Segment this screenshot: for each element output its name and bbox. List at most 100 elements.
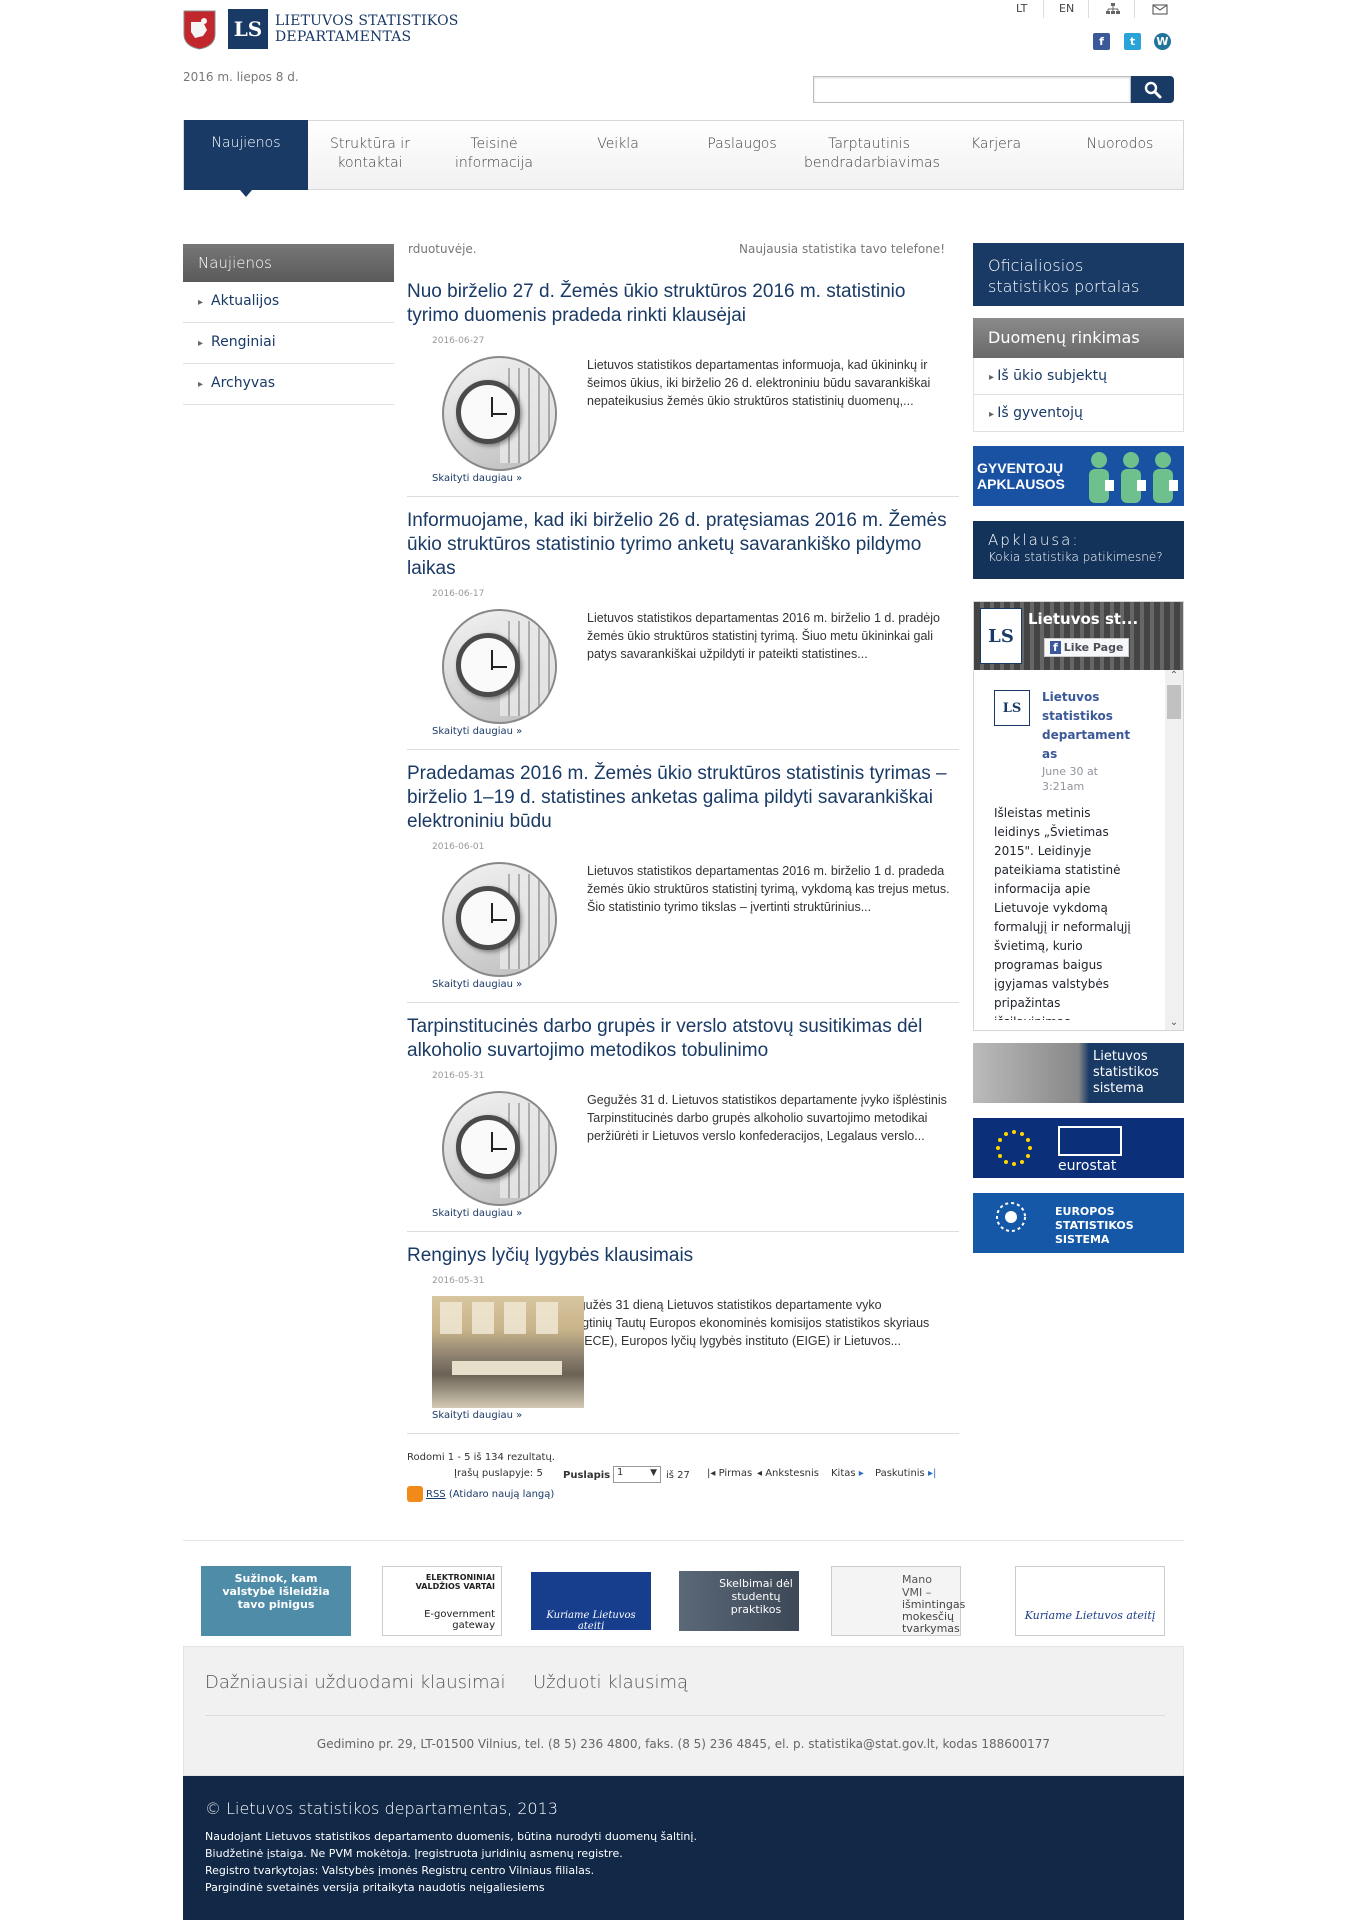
facebook-icon: f xyxy=(1050,641,1061,654)
news-title[interactable]: Renginys lyčių lygybės klausimais xyxy=(407,1244,959,1268)
copyright-line: Biudžetinė įstaiga. Ne PVM mokėtoja. Įre… xyxy=(205,1847,623,1860)
resident-surveys-banner[interactable]: GYVENTOJŲ APKLAUSOS xyxy=(973,446,1184,506)
search-input[interactable] xyxy=(813,76,1131,103)
first-page-link[interactable]: |◂ Pirmas xyxy=(707,1468,752,1479)
left-sidebar: Naujienos Aktualijos Renginiai Archyvas xyxy=(183,244,394,405)
e-government-banner[interactable]: ELEKTRONINIAI VALDŽIOS VARTAI E-governme… xyxy=(382,1566,502,1636)
news-title[interactable]: Pradedamas 2016 m. Žemės ūkio struktūros… xyxy=(407,762,959,834)
chevron-down-icon: ▼ xyxy=(650,1468,657,1478)
read-more-link[interactable]: Skaityti daugiau » xyxy=(432,473,587,484)
ticker-text-left: rduotuvėje. xyxy=(408,242,477,256)
facebook-widget: LS Lietuvos st... f Like Page LS Lietuvos… xyxy=(973,601,1184,1031)
faq-link[interactable]: Dažniausiai užduodami klausimai xyxy=(205,1672,506,1693)
read-more-link[interactable]: Skaityti daugiau » xyxy=(432,726,587,737)
scroll-down-icon[interactable]: ⌄ xyxy=(1165,1017,1183,1028)
read-more-link[interactable]: Skaityti daugiau » xyxy=(432,1208,587,1219)
news-item: Nuo birželio 27 d. Žemės ūkio struktūros… xyxy=(407,280,959,497)
collect-from-businesses-link[interactable]: Iš ūkio subjektų xyxy=(973,358,1184,395)
eurostat-logo-mark xyxy=(1058,1126,1122,1156)
eu-stars-icon xyxy=(996,1130,1032,1166)
collect-from-residents-link[interactable]: Iš gyventojų xyxy=(973,395,1184,432)
sidebar-item-archyvas[interactable]: Archyvas xyxy=(183,364,394,405)
divider xyxy=(183,1540,1184,1541)
last-page-link[interactable]: Paskutinis ▸| xyxy=(875,1468,936,1479)
statistics-portal-link[interactable]: Oficialiosios statistikos portalas xyxy=(973,243,1184,306)
eu-funds-banner[interactable]: Kuriame Lietuvos ateitį xyxy=(531,1572,651,1632)
news-ticker[interactable]: rduotuvėje. Naujausia statistika tavo te… xyxy=(407,240,959,260)
egov-line2: E-government gateway xyxy=(424,1609,495,1631)
news-item: Renginys lyčių lygybės klausimais 2016-0… xyxy=(407,1244,959,1434)
news-summary: Lietuvos statistikos departamentas 2016 … xyxy=(587,611,940,661)
student-practice-text: Skelbimai dėl studentų praktikos xyxy=(719,1577,793,1616)
facebook-icon[interactable]: f xyxy=(1093,33,1110,50)
fb-logo: LS xyxy=(980,608,1022,664)
spending-banner[interactable]: Sužinok, kam valstybė išleidžia tavo pin… xyxy=(201,1566,351,1636)
nav-item-karjera[interactable]: Karjera xyxy=(934,121,1058,189)
fb-scrollbar[interactable]: ⌃ ⌄ xyxy=(1165,670,1183,1030)
divider xyxy=(1088,0,1089,18)
search-button[interactable] xyxy=(1131,76,1174,103)
scroll-thumb[interactable] xyxy=(1167,685,1181,719)
poll-box[interactable]: Apklausa: Kokia statistika patikimesnė? xyxy=(973,521,1184,579)
eu-funds-banner-2[interactable]: Kuriame Lietuvos ateitį xyxy=(1015,1566,1165,1636)
fb-page-name[interactable]: Lietuvos st... xyxy=(1028,610,1138,628)
clock-thumbnail[interactable] xyxy=(442,1091,557,1206)
news-title[interactable]: Informuojame, kad iki birželio 26 d. pra… xyxy=(407,509,959,581)
divider xyxy=(205,1715,1165,1716)
last-page-icon: ▸| xyxy=(924,1468,937,1479)
site-logo[interactable]: LS LIETUVOS STATISTIKOS DEPARTAMENTAS xyxy=(228,9,459,49)
nav-item-struktura[interactable]: Struktūra ir kontaktai xyxy=(308,121,432,189)
fb-like-button[interactable]: f Like Page xyxy=(1044,638,1130,657)
read-more-link[interactable]: Skaityti daugiau » xyxy=(432,979,587,990)
vmi-line1: Mano VMI – xyxy=(902,1573,932,1599)
ess-banner[interactable]: EUROPOS STATISTIKOS SISTEMA xyxy=(973,1193,1184,1253)
lietuvos-statistikos-sistema-banner[interactable]: Lietuvos statistikos sistema xyxy=(973,1043,1184,1103)
sidebar-item-aktualijos[interactable]: Aktualijos xyxy=(183,282,394,323)
sitemap-icon[interactable] xyxy=(1105,2,1121,16)
eurostat-banner[interactable]: eurostat xyxy=(973,1118,1184,1178)
coat-of-arms-icon xyxy=(183,10,216,50)
main-navigation: Naujienos Struktūra ir kontaktai Teisinė… xyxy=(183,120,1184,197)
logo-line1: LIETUVOS STATISTIKOS xyxy=(275,13,459,29)
vmi-banner[interactable]: Mano VMI – išmintingas mokesčių tvarkyma… xyxy=(831,1566,965,1636)
nav-item-veikla[interactable]: Veikla xyxy=(556,121,680,189)
news-summary: Lietuvos statistikos departamentas infor… xyxy=(587,358,931,408)
nav-item-paslaugos[interactable]: Paslaugos xyxy=(680,121,804,189)
logo-mark: LS xyxy=(228,9,268,49)
eu-funds-text-2: Kuriame Lietuvos ateitį xyxy=(1024,1609,1156,1622)
news-date: 2016-06-01 xyxy=(432,842,485,852)
first-page-icon: |◂ xyxy=(707,1468,719,1479)
page-select[interactable]: 1 ▼ xyxy=(613,1466,661,1483)
prev-page-link[interactable]: ◂ Ankstesnis xyxy=(757,1468,819,1479)
nav-item-teisine-informacija[interactable]: Teisinė informacija xyxy=(432,121,556,189)
ask-question-link[interactable]: Užduoti klausimą xyxy=(533,1672,688,1693)
fb-cover: LS Lietuvos st... f Like Page xyxy=(974,602,1183,670)
wordpress-icon[interactable]: W xyxy=(1154,33,1171,50)
clock-thumbnail[interactable] xyxy=(442,356,557,471)
twitter-icon[interactable]: t xyxy=(1124,33,1141,50)
clock-thumbnail[interactable] xyxy=(442,609,557,724)
ess-label: EUROPOS STATISTIKOS SISTEMA xyxy=(1055,1205,1134,1246)
lang-en-link[interactable]: EN xyxy=(1059,2,1074,15)
sidebar-item-renginiai[interactable]: Renginiai xyxy=(183,323,394,364)
news-title[interactable]: Nuo birželio 27 d. Žemės ūkio struktūros… xyxy=(407,280,959,328)
lang-lt-link[interactable]: LT xyxy=(1016,2,1027,15)
rss-link[interactable]: RSS (Atidaro naują langą) xyxy=(407,1486,554,1502)
nav-item-tarptautinis[interactable]: Tarptautinis bendradarbiavimas xyxy=(804,121,940,189)
scroll-up-icon[interactable]: ⌃ xyxy=(1165,670,1183,681)
copyright-title: © Lietuvos statistikos departamentas, 20… xyxy=(205,1799,558,1818)
news-title[interactable]: Tarpinstitucinės darbo grupės ir verslo … xyxy=(407,1015,959,1063)
mail-icon[interactable] xyxy=(1152,2,1168,16)
event-photo-thumbnail[interactable] xyxy=(432,1296,584,1408)
student-practice-banner[interactable]: Skelbimai dėl studentų praktikos xyxy=(679,1571,799,1631)
clock-thumbnail[interactable] xyxy=(442,862,557,977)
nav-item-naujienos[interactable]: Naujienos xyxy=(184,120,308,197)
fb-post-avatar: LS xyxy=(994,690,1030,726)
nav-item-nuorodos[interactable]: Nuorodos xyxy=(1058,121,1182,189)
accessibility-link[interactable]: Pargindinė svetainės versija pritaikyta … xyxy=(205,1879,1162,1896)
rss-icon xyxy=(407,1486,423,1502)
fb-post-author[interactable]: Lietuvos statistikos departament as xyxy=(1042,688,1138,764)
next-page-link[interactable]: Kitas ▸ xyxy=(831,1468,864,1479)
page-total: iš 27 xyxy=(666,1470,690,1481)
faq-section: Dažniausiai užduodami klausimai Užduoti … xyxy=(183,1646,1184,1776)
